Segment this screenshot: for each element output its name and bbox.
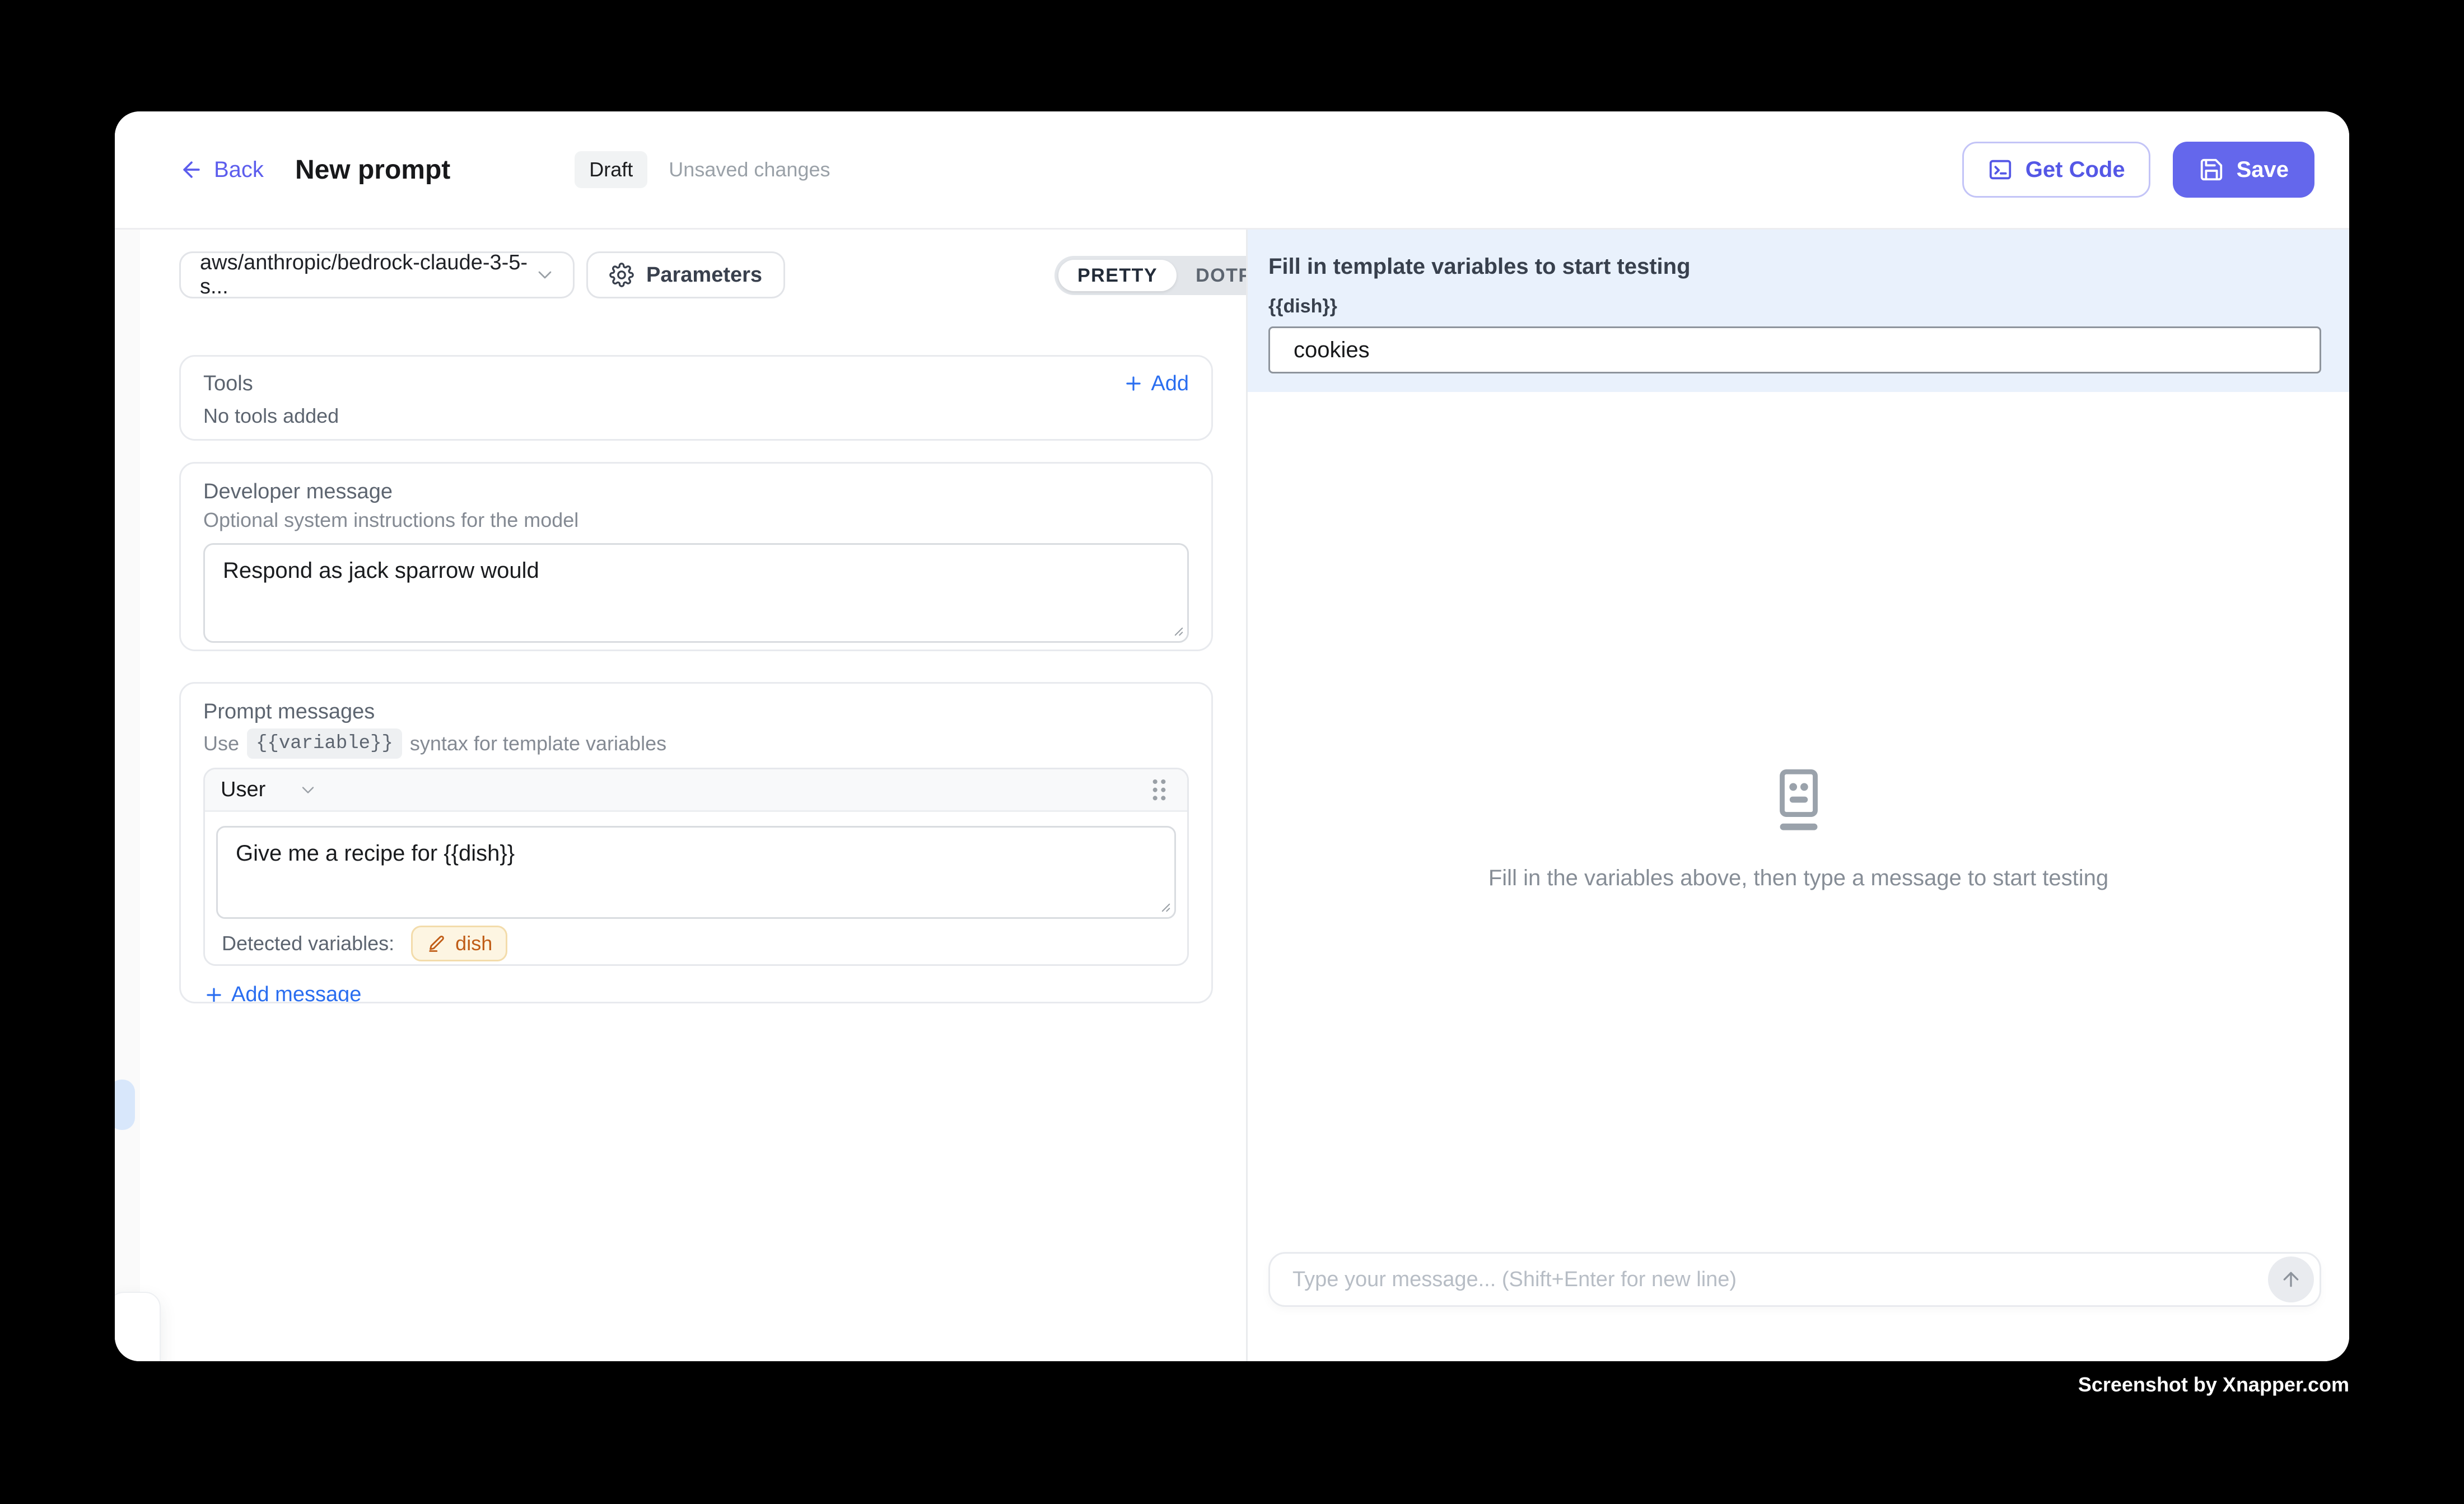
app-window: Back New prompt Draft Unsaved changes Ge… (115, 111, 2349, 1361)
message-textarea[interactable]: Give me a recipe for {{dish}} (216, 826, 1176, 919)
chevron-down-icon (534, 264, 556, 286)
send-button[interactable] (2268, 1257, 2314, 1302)
add-message-label: Add message (231, 983, 361, 1003)
prompt-messages-card: Prompt messages Use {{variable}} syntax … (179, 682, 1213, 1003)
tester-panel: Fill in template variables to start test… (1246, 230, 2349, 1361)
tools-title: Tools (203, 371, 253, 396)
robot-display-icon (1248, 765, 2349, 837)
model-selector-value: aws/anthropic/bedrock-claude-3-5-s... (200, 251, 534, 299)
chevron-down-icon (298, 780, 318, 800)
tools-empty-text: No tools added (203, 405, 1189, 427)
unsaved-changes-text: Unsaved changes (669, 158, 830, 181)
prompt-messages-title: Prompt messages (203, 699, 1189, 724)
chat-message-input[interactable] (1292, 1268, 2268, 1292)
message-header: User (205, 769, 1187, 812)
variable-syntax-chip: {{variable}} (247, 728, 402, 759)
watermark-text: Screenshot by Xnapper.com (2078, 1373, 2349, 1396)
plus-icon (1123, 373, 1144, 394)
arrow-up-icon (2280, 1268, 2302, 1291)
developer-message-card: Developer message Optional system instru… (179, 462, 1213, 651)
role-selector[interactable]: User (221, 778, 318, 802)
corner-popup-fragment (115, 1292, 161, 1361)
developer-message-title: Developer message (203, 479, 1189, 504)
sidebar-active-item[interactable] (115, 1080, 135, 1130)
role-value: User (221, 778, 265, 802)
detected-variables-label: Detected variables: (222, 932, 394, 955)
developer-message-subtitle: Optional system instructions for the mod… (203, 508, 1189, 532)
developer-message-textarea[interactable]: Respond as jack sparrow would (203, 543, 1189, 643)
subtitle-prefix: Use (203, 732, 239, 755)
terminal-icon (1987, 157, 2013, 183)
chat-composer (1268, 1252, 2321, 1307)
variable-badge-dish[interactable]: dish (411, 926, 507, 961)
tester-empty-caption: Fill in the variables above, then type a… (1248, 866, 2349, 891)
save-button[interactable]: Save (2173, 142, 2314, 198)
template-variables-box: Fill in template variables to start test… (1248, 230, 2349, 392)
model-toolbar: aws/anthropic/bedrock-claude-3-5-s... Pa… (179, 251, 1212, 298)
get-code-button[interactable]: Get Code (1962, 142, 2150, 198)
editor-panel: aws/anthropic/bedrock-claude-3-5-s... Pa… (115, 230, 1246, 1361)
add-tool-label: Add (1151, 372, 1189, 396)
save-icon (2199, 157, 2224, 183)
variable-badge-label: dish (455, 932, 492, 955)
get-code-label: Get Code (2026, 157, 2125, 183)
template-variables-title: Fill in template variables to start test… (1268, 254, 2321, 279)
add-message-button[interactable]: Add message (203, 983, 1189, 1003)
drag-handle-icon[interactable] (1147, 776, 1172, 805)
add-tool-button[interactable]: Add (1123, 372, 1189, 396)
message-body: Give me a recipe for {{dish}} Detected v… (205, 812, 1187, 961)
header: Back New prompt Draft Unsaved changes Ge… (115, 111, 2349, 230)
status-badge: Draft (575, 151, 647, 188)
detected-variables-row: Detected variables: dish (216, 926, 1176, 961)
sidebar-sliver (115, 230, 140, 1361)
back-arrow-icon (179, 157, 204, 182)
parameters-label: Parameters (646, 263, 762, 287)
toggle-pretty[interactable]: PRETTY (1058, 260, 1177, 291)
plus-icon (203, 984, 225, 1004)
model-selector[interactable]: aws/anthropic/bedrock-claude-3-5-s... (179, 251, 575, 298)
message-block: User Give me a recipe for {{dish}} (203, 768, 1189, 966)
page-title: New prompt (295, 155, 450, 185)
back-label: Back (214, 157, 264, 183)
tools-card: Tools Add No tools added (179, 355, 1213, 441)
parameters-button[interactable]: Parameters (586, 251, 785, 298)
gear-icon (609, 263, 634, 287)
back-button[interactable]: Back (179, 157, 264, 183)
tester-empty-state: Fill in the variables above, then type a… (1248, 765, 2349, 891)
subtitle-suffix: syntax for template variables (410, 732, 666, 755)
variable-field-input[interactable] (1268, 326, 2321, 373)
variable-field-label: {{dish}} (1268, 296, 2321, 317)
pencil-icon (426, 933, 446, 954)
save-label: Save (2237, 157, 2289, 183)
prompt-messages-subtitle: Use {{variable}} syntax for template var… (203, 728, 1189, 759)
